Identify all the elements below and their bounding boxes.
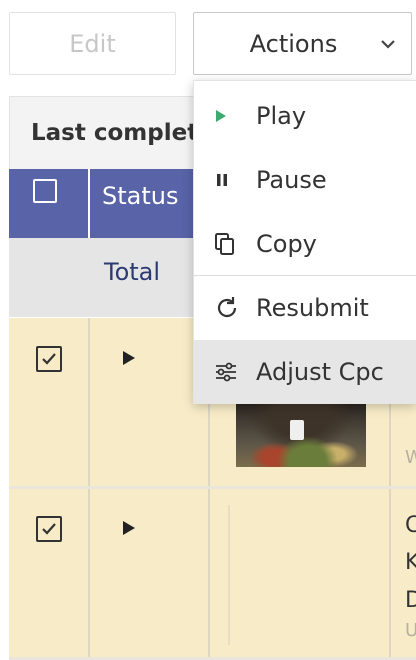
total-label: Total bbox=[104, 258, 161, 286]
edit-button[interactable]: Edit bbox=[9, 12, 176, 75]
menu-item-label: Play bbox=[256, 102, 307, 130]
checkmark-icon bbox=[42, 523, 56, 535]
table-row bbox=[9, 489, 416, 657]
row-edge-text-line: K bbox=[405, 550, 416, 575]
column-divider bbox=[88, 318, 90, 486]
menu-item-label: Copy bbox=[256, 230, 317, 258]
row-play-status-icon[interactable] bbox=[123, 351, 135, 365]
status-header-label: Status bbox=[102, 181, 179, 210]
menu-item-pause[interactable]: Pause bbox=[194, 148, 416, 212]
menu-item-label: Resubmit bbox=[256, 294, 369, 322]
menu-item-resubmit[interactable]: Resubmit bbox=[194, 276, 416, 340]
row-checkbox-checked[interactable] bbox=[36, 516, 62, 542]
actions-button-label: Actions bbox=[249, 29, 338, 58]
actions-dropdown-menu: Play Pause Copy Resubmit Adjust Cpc bbox=[193, 80, 416, 404]
sliders-icon bbox=[216, 362, 236, 382]
column-divider bbox=[88, 489, 90, 657]
header-column-divider bbox=[88, 169, 90, 238]
checkmark-icon bbox=[42, 353, 56, 365]
thumbnail-detail bbox=[290, 420, 304, 440]
play-icon bbox=[216, 110, 226, 122]
menu-item-label: Pause bbox=[256, 166, 327, 194]
pause-icon bbox=[217, 174, 227, 186]
column-divider bbox=[389, 489, 391, 657]
menu-item-adjust-cpc[interactable]: Adjust Cpc bbox=[194, 340, 416, 404]
actions-dropdown-button[interactable]: Actions bbox=[193, 12, 412, 75]
thumbnail-placeholder-line bbox=[228, 505, 230, 645]
row-checkbox-checked[interactable] bbox=[36, 346, 62, 372]
menu-item-label: Adjust Cpc bbox=[256, 358, 384, 386]
status-column-header[interactable]: Status bbox=[102, 169, 178, 222]
row-play-status-icon[interactable] bbox=[123, 521, 135, 535]
select-all-checkbox[interactable] bbox=[33, 179, 57, 203]
edit-button-label: Edit bbox=[69, 29, 116, 58]
last-completed-label: Last complet bbox=[31, 120, 199, 146]
copy-icon bbox=[215, 233, 234, 255]
row-edge-text-line: C bbox=[405, 513, 416, 538]
menu-item-copy[interactable]: Copy bbox=[194, 212, 416, 276]
row-edge-text-line: D bbox=[405, 588, 416, 613]
menu-item-play[interactable]: Play bbox=[194, 84, 416, 148]
resubmit-icon bbox=[217, 297, 237, 318]
row-edge-text-line: U bbox=[405, 620, 416, 641]
row-edge-text: W bbox=[405, 447, 416, 468]
column-divider bbox=[208, 489, 210, 657]
chevron-down-icon bbox=[381, 40, 395, 49]
